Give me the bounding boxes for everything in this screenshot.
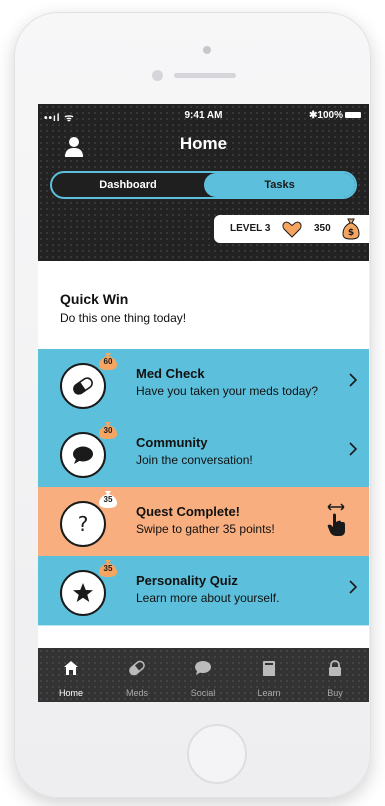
points-badge: 30 — [98, 422, 118, 440]
lock-icon — [329, 660, 341, 676]
chat-bubble-icon — [73, 446, 93, 464]
points-badge-value: 60 — [103, 357, 113, 366]
battery-indicator: ✱100% — [309, 110, 361, 121]
points-badge-value: 35 — [103, 495, 113, 504]
tab-label: Meds — [125, 688, 148, 698]
level-label: LEVEL 3 — [230, 223, 271, 234]
svg-text:$: $ — [348, 228, 354, 238]
page-title: Home — [179, 134, 228, 153]
segmented-control: Dashboard Tasks — [50, 171, 357, 199]
points-badge: 35 — [98, 491, 118, 509]
money-bag-icon: $ — [342, 218, 360, 240]
tab-buy[interactable]: Buy — [302, 648, 368, 702]
points-badge-value: 35 — [103, 564, 113, 573]
chevron-right-icon[interactable] — [349, 373, 357, 387]
task-title: Community — [136, 435, 208, 450]
header: ••ıl ᯤ 9:41 AM ✱100% Home Dashboard Task… — [38, 104, 369, 261]
tab-label: Buy — [327, 688, 343, 698]
task-title: Med Check — [136, 366, 205, 381]
question-mark-icon: ? — [78, 512, 89, 536]
swipe-gesture-icon[interactable] — [325, 503, 347, 537]
task-row-quest-complete[interactable]: ? 35 Quest Complete! Swipe to gather 35 … — [38, 487, 369, 557]
home-button[interactable] — [187, 724, 247, 784]
points-badge-value: 30 — [103, 426, 113, 435]
tab-learn[interactable]: Learn — [236, 648, 302, 702]
task-subtitle: Have you taken your meds today? — [136, 384, 319, 398]
tab-tasks[interactable]: Tasks — [204, 173, 355, 197]
earpiece-speaker — [174, 73, 236, 78]
task-row-community[interactable]: 30 Community Join the conversation! — [38, 418, 369, 488]
pill-icon — [73, 377, 93, 395]
status-bar: ••ıl ᯤ 9:41 AM ✱100% — [38, 110, 369, 124]
app-screen: ••ıl ᯤ 9:41 AM ✱100% Home Dashboard Task… — [38, 104, 369, 702]
quick-win-title: Quick Win — [60, 291, 129, 307]
book-icon — [263, 661, 275, 676]
tab-meds[interactable]: Meds — [104, 648, 170, 702]
tab-label: Learn — [257, 688, 281, 698]
task-subtitle: Learn more about yourself. — [136, 591, 280, 605]
svg-text:?: ? — [78, 512, 89, 536]
battery-icon — [345, 112, 361, 119]
tab-label: Home — [58, 688, 83, 698]
points-value: 350 — [314, 223, 331, 234]
task-subtitle: Swipe to gather 35 points! — [136, 522, 275, 536]
chevron-right-icon[interactable] — [349, 442, 357, 456]
pill-icon — [129, 660, 145, 676]
chat-bubble-icon — [195, 661, 211, 675]
task-row-med-check[interactable]: 60 Med Check Have you taken your meds to… — [38, 349, 369, 419]
star-icon — [73, 583, 93, 602]
bottom-tab-bar: Home Meds Social Learn Buy — [38, 648, 369, 702]
task-row-personality-quiz[interactable]: 35 Personality Quiz Learn more about you… — [38, 556, 369, 626]
tab-dashboard[interactable]: Dashboard — [52, 173, 204, 197]
quick-win-subtitle: Do this one thing today! — [60, 311, 187, 325]
task-title: Personality Quiz — [136, 573, 238, 588]
points-badge: 35 — [98, 560, 118, 578]
home-icon — [64, 661, 78, 675]
front-camera — [203, 46, 211, 54]
sensor-dot — [152, 70, 163, 81]
tab-home[interactable]: Home — [38, 648, 104, 702]
task-title: Quest Complete! — [136, 504, 241, 519]
chevron-right-icon[interactable] — [349, 580, 357, 594]
tab-label: Social — [190, 688, 216, 698]
heart-icon — [282, 221, 302, 238]
level-points-pill: LEVEL 3 350 $ — [214, 215, 369, 243]
task-subtitle: Join the conversation! — [136, 453, 253, 467]
battery-text: ✱100% — [309, 110, 343, 121]
points-badge: 60 — [98, 353, 118, 371]
tab-social[interactable]: Social — [170, 648, 236, 702]
quick-win-section: Quick Win Do this one thing today! — [38, 261, 369, 349]
